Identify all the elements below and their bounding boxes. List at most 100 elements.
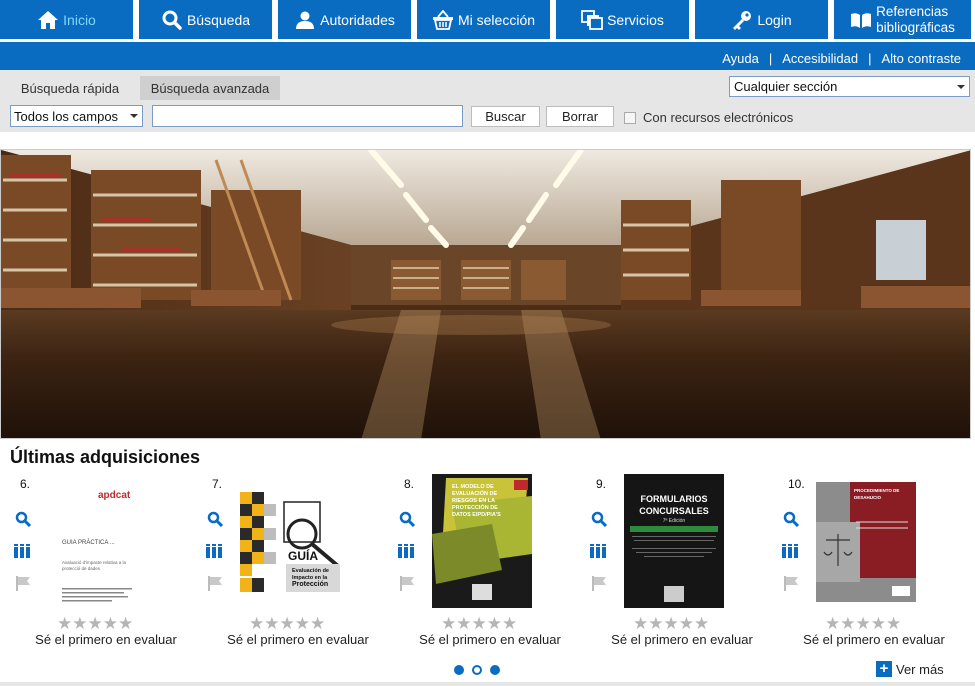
- flag-icon[interactable]: [782, 574, 800, 592]
- electronic-resources-checkbox[interactable]: [624, 112, 636, 124]
- nav-authorities[interactable]: Autoridades: [278, 0, 411, 39]
- section-select[interactable]: Cualquier sección: [729, 76, 970, 97]
- chevron-down-icon: [130, 114, 138, 118]
- high-contrast-link[interactable]: Alto contraste: [882, 51, 962, 66]
- svg-text:protecció de dades: protecció de dades: [62, 566, 101, 571]
- svg-text:GUIA PRÀCTICA ...: GUIA PRÀCTICA ...: [62, 539, 115, 546]
- flag-icon[interactable]: [398, 574, 416, 592]
- book-cover[interactable]: PROCEDIMIENTO DE DESAHUCIO: [816, 482, 916, 602]
- electronic-resources-label: Con recursos electrónicos: [643, 110, 794, 125]
- nav-ref-line1: Referencias: [876, 3, 949, 19]
- search-icon[interactable]: [590, 510, 608, 528]
- nav-services[interactable]: Servicios: [556, 0, 689, 39]
- nav-bibliographic-references-label: Referencias bibliográficas: [876, 4, 955, 36]
- rating-stars[interactable]: ★★★★★: [633, 614, 709, 634]
- help-link[interactable]: Ayuda: [722, 51, 759, 66]
- library-copies-icon[interactable]: [206, 542, 224, 560]
- library-copies-icon[interactable]: [590, 542, 608, 560]
- library-copies-icon[interactable]: [398, 542, 416, 560]
- rating-stars[interactable]: ★★★★★: [825, 614, 901, 634]
- search-icon[interactable]: [14, 510, 32, 528]
- field-select-value: Todos los campos: [14, 109, 119, 124]
- rating-prompt[interactable]: Sé el primero en evaluar: [778, 632, 970, 647]
- svg-text:Protección: Protección: [292, 581, 328, 588]
- carousel-dot[interactable]: [472, 665, 482, 675]
- flag-icon[interactable]: [14, 574, 32, 592]
- svg-text:DATOS EIPD/PIA'S: DATOS EIPD/PIA'S: [452, 512, 501, 518]
- acquisition-item: 8. EL MODELO DE EVALUACIÓN DE RIESGOS EN…: [394, 474, 586, 654]
- item-number: 6.: [20, 477, 31, 491]
- rating-stars[interactable]: ★★★★★: [441, 614, 517, 634]
- rating-prompt[interactable]: Sé el primero en evaluar: [202, 632, 394, 647]
- book-cover[interactable]: FORMULARIOS CONCURSALES 7ª Edición: [624, 474, 724, 608]
- acquisition-item: 9. FORMULARIOS CONCURSALES 7ª Edición ★★…: [586, 474, 778, 654]
- item-number: 8.: [404, 477, 415, 491]
- svg-text:DESAHUCIO: DESAHUCIO: [854, 495, 882, 500]
- see-more-label: Ver más: [896, 661, 944, 677]
- nav-home-label: Inicio: [63, 11, 96, 28]
- users-icon: [294, 9, 316, 31]
- flag-icon[interactable]: [206, 574, 224, 592]
- rating-prompt[interactable]: Sé el primero en evaluar: [10, 632, 202, 647]
- rating-prompt[interactable]: Sé el primero en evaluar: [586, 632, 778, 647]
- section-select-value: Cualquier sección: [734, 79, 838, 94]
- book-cover[interactable]: apdcat GUIA PRÀCTICA ... Avaluació d'imp…: [50, 480, 148, 608]
- flag-icon[interactable]: [590, 574, 608, 592]
- rating-prompt[interactable]: Sé el primero en evaluar: [394, 632, 586, 647]
- tab-quick-search[interactable]: Búsqueda rápida: [4, 76, 136, 100]
- search-icon[interactable]: [398, 510, 416, 528]
- svg-text:Avaluació d'impacte relativa a: Avaluació d'impacte relativa a la: [62, 560, 127, 565]
- book-icon: [850, 9, 872, 31]
- key-icon: [731, 9, 753, 31]
- rating-stars[interactable]: ★★★★★: [57, 614, 133, 634]
- book-cover[interactable]: EL MODELO DE EVALUACIÓN DE RIESGOS EN LA…: [432, 474, 532, 608]
- book-cover[interactable]: GUÍA Evaluación de Impacto en la Protecc…: [240, 492, 340, 592]
- svg-text:CONCURSALES: CONCURSALES: [639, 506, 709, 516]
- nav-ref-line2: bibliográficas: [876, 19, 955, 35]
- nav-login[interactable]: Login: [695, 0, 828, 39]
- top-navigation: Inicio Búsqueda Autoridades Mi selección…: [0, 0, 975, 40]
- item-number: 7.: [212, 477, 223, 491]
- home-icon: [37, 9, 59, 31]
- accessibility-link[interactable]: Accesibilidad: [782, 51, 858, 66]
- svg-text:7ª Edición: 7ª Edición: [663, 518, 686, 524]
- chevron-down-icon: [957, 85, 965, 89]
- latest-acquisitions-title: Últimas adquisiciones: [10, 447, 201, 467]
- library-copies-icon[interactable]: [782, 542, 800, 560]
- acquisition-item: 7. GUÍA Evaluación de Impacto en la Prot…: [202, 474, 394, 654]
- clear-button[interactable]: Borrar: [546, 106, 614, 127]
- svg-text:PROCEDIMIENTO DE: PROCEDIMIENTO DE: [854, 488, 899, 493]
- item-number: 9.: [596, 477, 607, 491]
- utility-links: Ayuda | Accesibilidad | Alto contraste: [722, 51, 961, 66]
- nav-my-selection-label: Mi selección: [457, 11, 536, 28]
- field-select[interactable]: Todos los campos: [10, 105, 143, 127]
- item-number: 10.: [788, 477, 805, 491]
- svg-text:EVALUACIÓN DE: EVALUACIÓN DE: [452, 489, 497, 497]
- library-copies-icon[interactable]: [14, 542, 32, 560]
- search-icon[interactable]: [782, 510, 800, 528]
- nav-my-selection[interactable]: Mi selección: [417, 0, 550, 39]
- search-button[interactable]: Buscar: [471, 106, 540, 127]
- see-more-link[interactable]: + Ver más: [876, 661, 944, 677]
- separator: |: [868, 51, 872, 66]
- search-icon[interactable]: [206, 510, 224, 528]
- nav-login-label: Login: [757, 11, 792, 28]
- nav-bibliographic-references[interactable]: Referencias bibliográficas: [834, 0, 971, 39]
- carousel-pagination: [454, 665, 500, 675]
- svg-text:EL MODELO DE: EL MODELO DE: [452, 484, 494, 490]
- svg-text:apdcat: apdcat: [98, 490, 131, 501]
- carousel-dot[interactable]: [454, 665, 464, 675]
- basket-icon: [432, 9, 454, 31]
- svg-text:FORMULARIOS: FORMULARIOS: [641, 494, 708, 504]
- nav-search[interactable]: Búsqueda: [139, 0, 272, 39]
- carousel-dot[interactable]: [490, 665, 500, 675]
- copy-icon: [581, 9, 603, 31]
- nav-home[interactable]: Inicio: [0, 0, 133, 39]
- search-icon: [161, 9, 183, 31]
- nav-search-label: Búsqueda: [186, 11, 251, 28]
- svg-text:RIESGOS EN LA: RIESGOS EN LA: [452, 498, 495, 504]
- tab-advanced-search[interactable]: Búsqueda avanzada: [140, 76, 280, 100]
- search-input[interactable]: [152, 105, 463, 127]
- rating-stars[interactable]: ★★★★★: [249, 614, 325, 634]
- svg-text:Evaluación de: Evaluación de: [292, 568, 329, 574]
